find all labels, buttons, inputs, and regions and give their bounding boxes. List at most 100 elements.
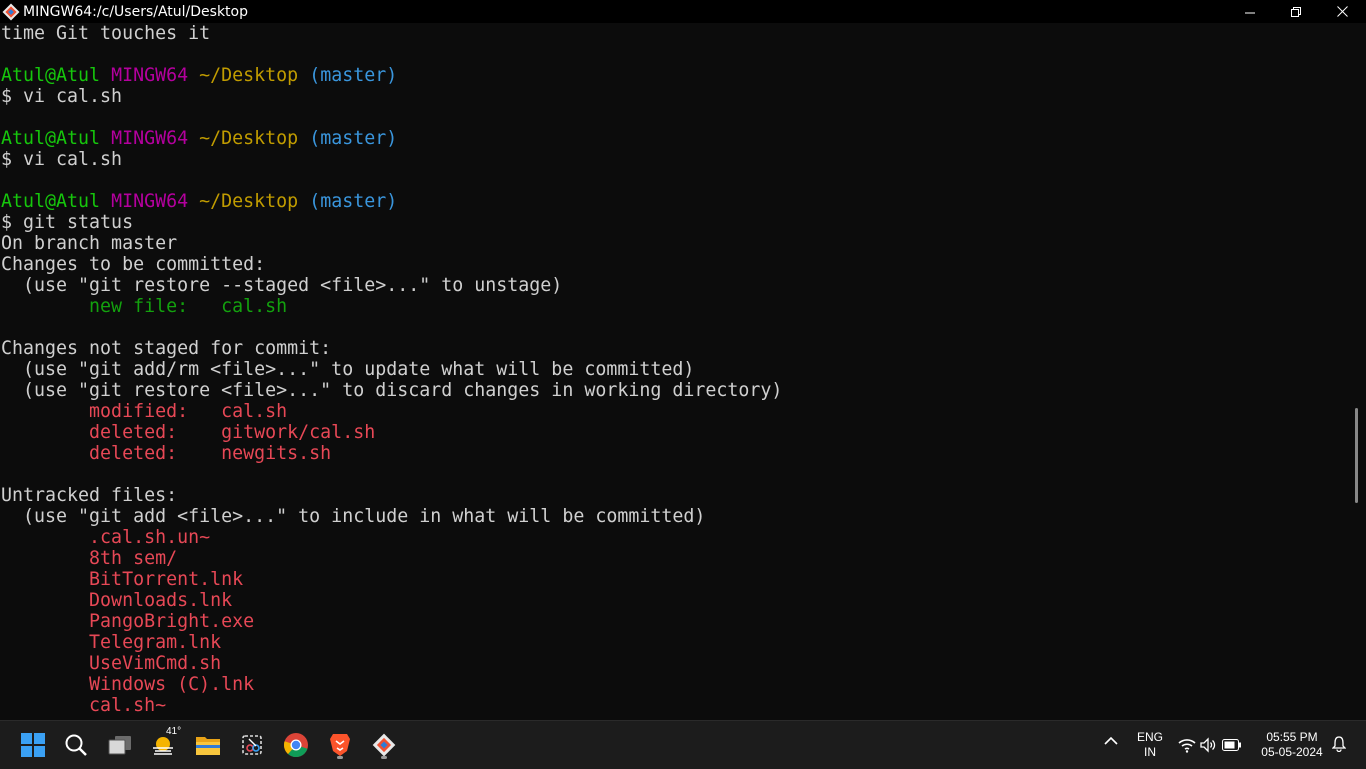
search-button[interactable] xyxy=(60,729,92,761)
terminal-text-segment: Changes to be committed: xyxy=(1,254,266,275)
show-hidden-icons-button[interactable] xyxy=(1100,735,1122,750)
terminal-text-segment: (use "git add <file>..." to include in w… xyxy=(1,506,706,527)
terminal-text-segment: modified: cal.sh xyxy=(1,401,288,422)
terminal-line: new file: cal.sh xyxy=(1,296,287,317)
terminal-text-segment: .cal.sh.un~ xyxy=(1,527,211,548)
language-indicator[interactable]: ENG IN xyxy=(1130,730,1170,760)
terminal-line: deleted: gitwork/cal.sh xyxy=(1,422,375,443)
terminal-text-segment: PangoBright.exe xyxy=(1,611,255,632)
window-title: MINGW64:/c/Users/Atul/Desktop xyxy=(23,4,248,20)
network-volume-battery-group[interactable] xyxy=(1178,737,1244,755)
terminal-text-segment: (use "git add/rm <file>..." to update wh… xyxy=(1,359,695,380)
terminal-text-segment: (master) xyxy=(309,65,398,86)
terminal-text-segment: Changes not staged for commit: xyxy=(1,338,332,359)
terminal-text-segment: deleted: newgits.sh xyxy=(1,443,332,464)
terminal-line: (use "git add/rm <file>..." to update wh… xyxy=(1,359,694,380)
language-code: ENG xyxy=(1136,730,1163,744)
file-explorer-button[interactable] xyxy=(192,729,224,761)
terminal-text-segment: $ vi cal.sh xyxy=(1,86,123,107)
terminal-text-segment: (use "git restore --staged <file>..." to… xyxy=(1,275,563,296)
terminal-line: modified: cal.sh xyxy=(1,401,287,422)
restore-icon xyxy=(1291,6,1301,17)
terminal-line: Telegram.lnk xyxy=(1,632,221,653)
terminal-text-segment: $ vi cal.sh xyxy=(1,149,123,170)
terminal-text-segment: Atul@Atul xyxy=(1,65,112,86)
terminal-text-segment: time Git touches it xyxy=(1,23,211,44)
terminal-text-segment: Telegram.lnk xyxy=(1,632,222,653)
battery-icon xyxy=(1222,739,1241,751)
terminal-text-segment: ~/Desktop xyxy=(199,128,310,149)
terminal-text-segment: $ git status xyxy=(1,212,134,233)
terminal-line: (use "git restore --staged <file>..." to… xyxy=(1,275,562,296)
terminal-text-segment: MINGW64 xyxy=(111,191,200,212)
terminal-text-segment: Untracked files: xyxy=(1,485,178,506)
terminal-line: Changes not staged for commit: xyxy=(1,338,331,359)
terminal-text-segment: UseVimCmd.sh xyxy=(1,653,222,674)
git-bash-button[interactable] xyxy=(368,729,400,761)
chrome-button[interactable] xyxy=(280,729,312,761)
terminal-output[interactable]: time Git touches it Atul@Atul MINGW64 ~/D… xyxy=(0,23,1352,720)
terminal-text-segment: Windows (C).lnk xyxy=(1,674,255,695)
brave-button[interactable] xyxy=(324,729,356,761)
minimize-button[interactable] xyxy=(1227,0,1273,23)
snipping-tool-icon xyxy=(242,735,262,755)
clock-date: 05-05-2024 xyxy=(1261,745,1323,759)
terminal-line: Atul@Atul MINGW64 ~/Desktop (master) xyxy=(1,65,397,86)
terminal-text-segment: MINGW64 xyxy=(111,128,200,149)
git-bash-app-icon xyxy=(2,3,20,21)
terminal-line: On branch master xyxy=(1,233,177,254)
terminal-line: $ vi cal.sh xyxy=(1,149,122,170)
terminal-text-segment: (master) xyxy=(309,191,398,212)
window-titlebar[interactable]: MINGW64:/c/Users/Atul/Desktop xyxy=(0,0,1366,23)
language-region: IN xyxy=(1144,745,1156,759)
weather-temperature: 41° xyxy=(166,726,182,737)
terminal-line: cal.sh~ xyxy=(1,695,166,716)
terminal-line: deleted: newgits.sh xyxy=(1,443,331,464)
volume-icon xyxy=(1200,737,1216,753)
notifications-button[interactable] xyxy=(1330,736,1348,756)
start-button[interactable] xyxy=(17,729,49,761)
terminal-text-segment: MINGW64 xyxy=(111,65,200,86)
chevron-up-icon xyxy=(1104,736,1118,745)
brave-lion-icon xyxy=(330,734,350,756)
clock[interactable]: 05:55 PM 05-05-2024 xyxy=(1252,730,1332,760)
restore-button[interactable] xyxy=(1273,0,1319,23)
terminal-line: Windows (C).lnk xyxy=(1,674,254,695)
terminal-line: (use "git add <file>..." to include in w… xyxy=(1,506,705,527)
taskbar: 41° ENG IN 05:55 PM 05-05-2024 xyxy=(0,720,1366,769)
terminal-line: $ git status xyxy=(1,212,133,233)
terminal-text-segment: cal.sh~ xyxy=(1,695,167,716)
close-button[interactable] xyxy=(1319,0,1365,23)
terminal-scrollbar[interactable] xyxy=(1352,23,1366,720)
terminal-line: UseVimCmd.sh xyxy=(1,653,221,674)
chrome-icon xyxy=(283,733,308,758)
weather-widget[interactable]: 41° xyxy=(148,726,182,761)
terminal-text-segment: Atul@Atul xyxy=(1,191,112,212)
bell-icon xyxy=(1331,736,1347,753)
terminal-line: $ vi cal.sh xyxy=(1,86,122,107)
snipping-tool-button[interactable] xyxy=(236,729,268,761)
close-icon xyxy=(1336,6,1348,17)
terminal-text-segment: BitTorrent.lnk xyxy=(1,569,244,590)
terminal-line: PangoBright.exe xyxy=(1,611,254,632)
terminal-text-segment: On branch master xyxy=(1,233,178,254)
windows-logo-icon xyxy=(21,733,45,757)
terminal-line: Atul@Atul MINGW64 ~/Desktop (master) xyxy=(1,128,397,149)
terminal-line: (use "git restore <file>..." to discard … xyxy=(1,380,782,401)
terminal-line: Atul@Atul MINGW64 ~/Desktop (master) xyxy=(1,191,397,212)
scrollbar-thumb[interactable] xyxy=(1355,408,1358,503)
task-view-button[interactable] xyxy=(104,729,136,761)
terminal-line: Untracked files: xyxy=(1,485,177,506)
search-icon xyxy=(65,734,87,756)
terminal-text-segment: (use "git restore <file>..." to discard … xyxy=(1,380,783,401)
terminal-text-segment: ~/Desktop xyxy=(199,191,310,212)
terminal-text-segment: (master) xyxy=(309,128,398,149)
terminal-text-segment: deleted: gitwork/cal.sh xyxy=(1,422,376,443)
minimize-icon xyxy=(1245,12,1255,13)
terminal-line: 8th sem/ xyxy=(1,548,177,569)
terminal-text-segment: Atul@Atul xyxy=(1,128,112,149)
terminal-line: .cal.sh.un~ xyxy=(1,527,210,548)
terminal-text-segment: ~/Desktop xyxy=(199,65,310,86)
git-bash-icon xyxy=(372,733,396,757)
terminal-line: Changes to be committed: xyxy=(1,254,265,275)
